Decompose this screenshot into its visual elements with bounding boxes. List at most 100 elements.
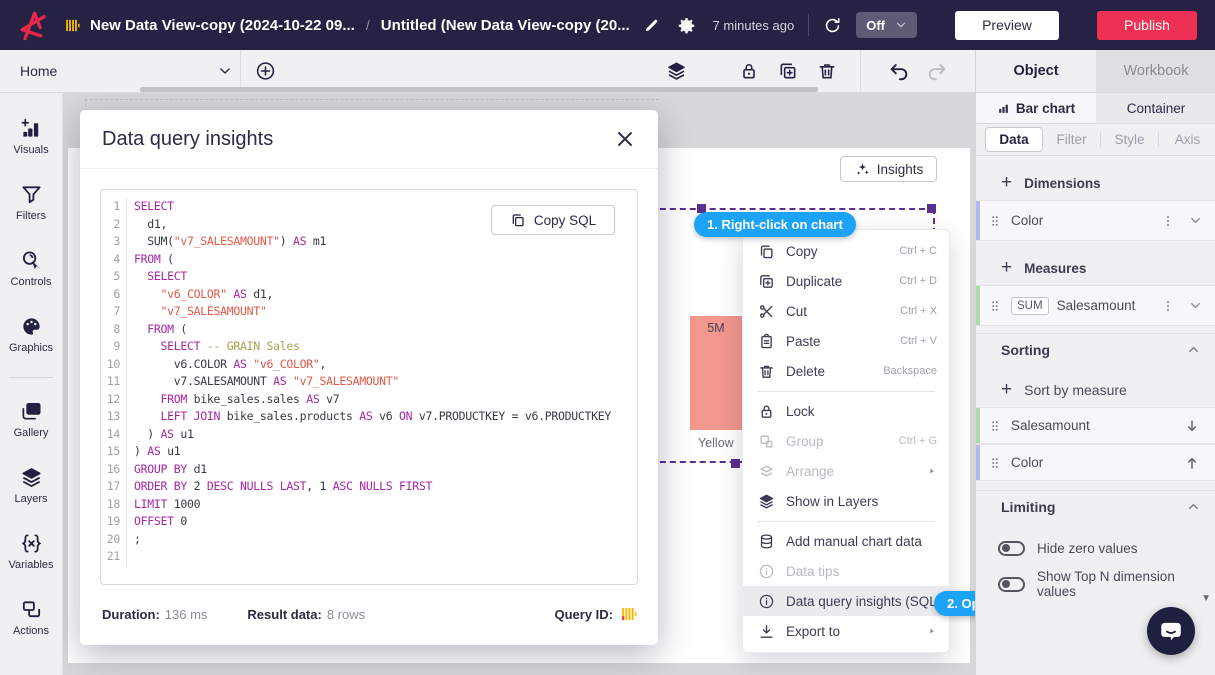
delete-toolbar-icon[interactable] xyxy=(817,50,837,92)
tab-filter[interactable]: Filter xyxy=(1043,132,1100,147)
drag-handle-icon[interactable] xyxy=(988,419,1002,433)
section-sorting[interactable]: Sorting xyxy=(976,333,1215,365)
drag-handle-icon[interactable] xyxy=(988,456,1002,470)
filters-icon xyxy=(20,183,43,206)
tab-object[interactable]: Object xyxy=(976,50,1096,92)
tab-data[interactable]: Data xyxy=(985,127,1043,152)
sidebar-item-graphics[interactable]: Graphics xyxy=(0,303,63,366)
database-icon xyxy=(758,533,775,550)
duration-value: 136 ms xyxy=(165,607,208,622)
insights-button[interactable]: Insights xyxy=(840,156,937,182)
sidebar-item-actions[interactable]: Actions xyxy=(0,586,63,649)
sidebar-item-gallery[interactable]: Gallery xyxy=(0,388,63,451)
chip-color[interactable]: Color xyxy=(976,444,1215,481)
tab-style[interactable]: Style xyxy=(1100,132,1158,147)
add-sort-by-measure-button[interactable]: +Sort by measure xyxy=(976,375,1215,405)
menu-item-delete[interactable]: DeleteBackspace xyxy=(743,356,949,386)
close-icon[interactable] xyxy=(614,128,636,150)
drag-handle-icon[interactable] xyxy=(988,214,1002,228)
line-number: 19 xyxy=(101,513,127,531)
menu-item-paste[interactable]: PasteCtrl + V xyxy=(743,326,949,356)
collapse-chevron-icon[interactable] xyxy=(1187,500,1200,513)
sql-line: 4FROM ( xyxy=(101,251,637,269)
help-chat-button[interactable] xyxy=(1147,607,1195,655)
sidebar-item-controls[interactable]: Controls xyxy=(0,237,63,300)
toggle-switch[interactable] xyxy=(998,541,1025,556)
kebab-menu-icon[interactable] xyxy=(1161,214,1175,228)
lock-toolbar-icon[interactable] xyxy=(739,50,759,92)
app-logo-icon[interactable] xyxy=(16,9,49,42)
menu-item-group[interactable]: GroupCtrl + G xyxy=(743,426,949,456)
arrange-icon xyxy=(758,463,775,480)
home-dropdown[interactable]: Home xyxy=(20,50,57,92)
kebab-menu-icon[interactable] xyxy=(1161,299,1175,313)
sql-line-code: ; xyxy=(127,531,141,549)
horizontal-scrollbar[interactable] xyxy=(140,87,818,92)
copy-sql-button[interactable]: Copy SQL xyxy=(491,205,615,235)
line-number: 17 xyxy=(101,478,127,496)
line-number: 21 xyxy=(101,548,127,566)
chip-color[interactable]: Color xyxy=(976,200,1215,241)
sidebar-item-visuals[interactable]: Visuals xyxy=(0,105,63,168)
menu-item-label: Data query insights (SQL) xyxy=(786,594,941,609)
chevron-down-icon[interactable] xyxy=(1189,299,1202,312)
toggle-switch[interactable] xyxy=(998,577,1025,592)
panel-scroll-arrow[interactable]: ▼ xyxy=(1201,593,1211,604)
chevron-down-icon[interactable] xyxy=(1189,214,1202,227)
collapse-chevron-icon[interactable] xyxy=(1187,343,1200,356)
tab-workbook[interactable]: Workbook xyxy=(1096,50,1215,92)
sidebar-item-filters[interactable]: Filters xyxy=(0,171,63,234)
menu-item-copy[interactable]: CopyCtrl + C xyxy=(743,236,949,266)
chip-salesamount[interactable]: SUMSalesamount xyxy=(976,285,1215,326)
aggregation-badge[interactable]: SUM xyxy=(1011,297,1049,315)
menu-item-cut[interactable]: CutCtrl + X xyxy=(743,296,949,326)
menu-item-add-manual-chart-data[interactable]: Add manual chart data xyxy=(743,526,949,556)
sql-line: 20; xyxy=(101,531,637,549)
selection-handle[interactable] xyxy=(927,204,936,213)
sidebar-item-variables[interactable]: Variables xyxy=(0,520,63,583)
publish-button[interactable]: Publish xyxy=(1097,11,1197,40)
sort-ascending-icon[interactable] xyxy=(1184,455,1200,471)
sql-code-block: 1SELECT2 d1,3 SUM("v7_SALESAMOUNT") AS m… xyxy=(100,189,638,585)
selection-handle[interactable] xyxy=(731,459,740,468)
preview-button[interactable]: Preview xyxy=(955,11,1059,40)
chip-label: Color xyxy=(1011,213,1043,228)
plus-icon: + xyxy=(1001,379,1012,401)
add-dimensions-button[interactable]: +Dimensions xyxy=(976,168,1215,198)
menu-item-duplicate[interactable]: DuplicateCtrl + D xyxy=(743,266,949,296)
undo-icon[interactable] xyxy=(888,50,910,92)
gallery-icon xyxy=(20,400,43,423)
add-item-icon[interactable] xyxy=(255,50,276,92)
copy-icon xyxy=(758,243,775,260)
tab-container[interactable]: Container xyxy=(1096,93,1215,123)
tab-bar-chart[interactable]: Bar chart xyxy=(976,93,1096,123)
sql-line-code: SELECT xyxy=(127,268,187,286)
sidebar-item-layers[interactable]: Layers xyxy=(0,454,63,517)
menu-item-export-to[interactable]: Export to xyxy=(743,616,949,646)
menu-item-lock[interactable]: Lock xyxy=(743,396,949,426)
redo-icon[interactable] xyxy=(926,50,948,92)
sort-descending-icon[interactable] xyxy=(1184,418,1200,434)
menu-item-data-tips[interactable]: Data tips xyxy=(743,556,949,586)
sql-line-code: ) AS u1 xyxy=(127,443,180,461)
refresh-icon[interactable] xyxy=(823,16,842,35)
layers-icon xyxy=(758,493,775,510)
auto-refresh-dropdown[interactable]: Off xyxy=(856,12,917,38)
drag-handle-icon[interactable] xyxy=(988,299,1002,313)
chip-salesamount[interactable]: Salesamount xyxy=(976,407,1215,444)
section-limiting[interactable]: Limiting xyxy=(976,490,1215,522)
add-measures-button[interactable]: +Measures xyxy=(976,253,1215,283)
home-chevron-icon[interactable] xyxy=(218,50,232,92)
sql-line-code: LEFT JOIN bike_sales.products AS v6 ON v… xyxy=(127,408,611,426)
duplicate-toolbar-icon[interactable] xyxy=(778,50,798,92)
menu-item-arrange[interactable]: Arrange xyxy=(743,456,949,486)
result-data-value: 8 rows xyxy=(327,607,365,622)
menu-item-show-in-layers[interactable]: Show in Layers xyxy=(743,486,949,516)
tab-axis[interactable]: Axis xyxy=(1158,132,1215,147)
menu-item-data-query-insights-sql[interactable]: Data query insights (SQL) xyxy=(743,586,949,616)
settings-gear-icon[interactable] xyxy=(677,16,696,35)
rename-pencil-icon[interactable] xyxy=(643,17,660,34)
sql-line-code: SUM("v7_SALESAMOUNT") AS m1 xyxy=(127,233,326,251)
layers-toolbar-icon[interactable] xyxy=(666,50,687,92)
auto-refresh-value: Off xyxy=(866,18,885,33)
